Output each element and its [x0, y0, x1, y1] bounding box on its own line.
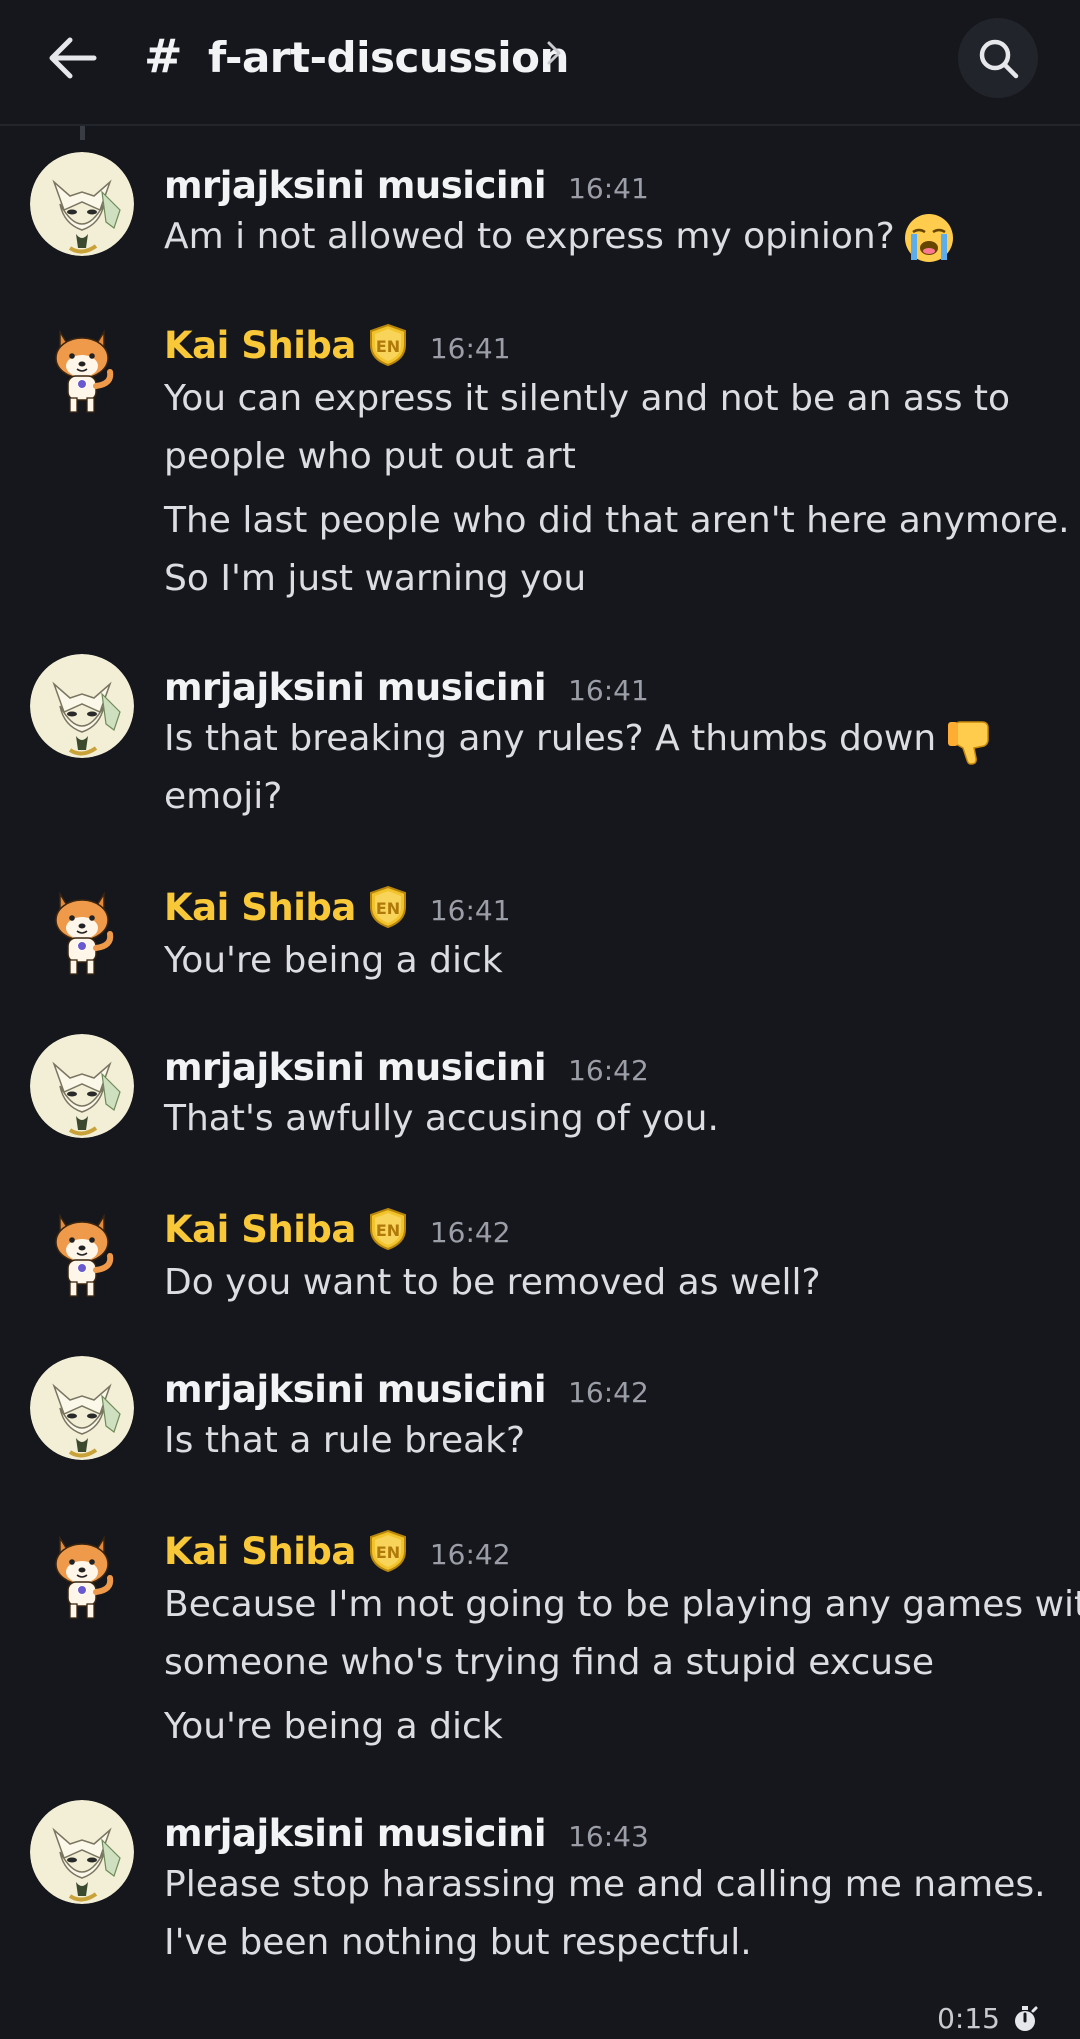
timestamp: 16:42 [568, 1053, 649, 1087]
en-role-badge-icon[interactable] [368, 323, 408, 367]
message-text: Is that breaking any rules? A thumbs dow… [164, 710, 994, 768]
chevron-right-icon[interactable] [546, 40, 562, 66]
timestamp: 16:43 [568, 1819, 649, 1853]
message-line: people who put out art [164, 436, 576, 477]
message-line: You're being a dick [164, 1706, 503, 1747]
slowmode-timer: 0:15 [937, 2002, 1040, 2035]
message-line: Is that breaking any rules? A thumbs dow… [164, 718, 937, 759]
stopwatch-icon [1015, 2005, 1038, 2031]
search-icon [979, 39, 1019, 79]
message-line: You can express it silently and not be a… [164, 378, 1011, 419]
message-line: Do you want to be removed as well? [164, 1262, 821, 1303]
search-button[interactable] [958, 18, 1038, 98]
username[interactable]: mrjajksini musicini [164, 666, 547, 709]
username[interactable]: Kai Shiba [164, 1530, 356, 1573]
avatar[interactable] [30, 314, 134, 418]
username[interactable]: Kai Shiba [164, 886, 356, 929]
thread-line [80, 126, 85, 140]
back-button[interactable] [40, 26, 104, 90]
message-line: emoji? [164, 776, 283, 817]
username[interactable]: mrjajksini musicini [164, 1046, 547, 1089]
message-text: Am i not allowed to express my opinion? [164, 208, 955, 266]
avatar[interactable] [30, 1034, 134, 1138]
en-role-badge-icon[interactable] [368, 885, 408, 929]
avatar[interactable] [30, 1800, 134, 1904]
timestamp: 16:41 [568, 673, 649, 707]
timestamp: 16:41 [568, 171, 649, 205]
timestamp: 16:42 [568, 1375, 649, 1409]
thumbs-down-icon [947, 721, 989, 765]
message-line: someone who's trying find a stupid excus… [164, 1642, 934, 1683]
timestamp: 16:41 [429, 893, 511, 927]
message-line: The last people who did that aren't here… [164, 500, 1070, 541]
timer-text: 0:15 [937, 2002, 1000, 2035]
message-line: Is that a rule break? [164, 1420, 526, 1461]
channel-name[interactable]: f-art-discussion [208, 26, 569, 90]
message-line: So I'm just warning you [164, 558, 587, 599]
message-line: Because I'm not going to be playing any … [164, 1584, 1080, 1625]
avatar[interactable] [30, 876, 134, 980]
username[interactable]: Kai Shiba [164, 1208, 356, 1251]
avatar[interactable] [30, 152, 134, 256]
avatar[interactable] [30, 1520, 134, 1624]
message-line: That's awfully accusing of you. [164, 1098, 719, 1139]
channel-hash-icon: # [144, 29, 183, 83]
message-line: Am i not allowed to express my opinion? [164, 216, 895, 257]
message-line: You're being a dick [164, 940, 503, 981]
message-line: I've been nothing but respectful. [164, 1922, 752, 1963]
avatar[interactable] [30, 1356, 134, 1460]
timestamp: 16:42 [429, 1537, 511, 1571]
username[interactable]: mrjajksini musicini [164, 1368, 547, 1411]
channel-header: # f-art-discussion [0, 0, 1080, 126]
username[interactable]: mrjajksini musicini [164, 1812, 547, 1855]
en-role-badge-icon[interactable] [368, 1207, 408, 1251]
timestamp: 16:41 [429, 331, 511, 365]
loudly-crying-face-icon [903, 212, 955, 264]
avatar[interactable] [30, 654, 134, 758]
message-line: Please stop harassing me and calling me … [164, 1864, 1046, 1905]
username[interactable]: mrjajksini musicini [164, 164, 547, 207]
avatar[interactable] [30, 1198, 134, 1302]
timestamp: 16:42 [429, 1215, 511, 1249]
username[interactable]: Kai Shiba [164, 324, 356, 367]
arrow-left-icon [49, 37, 97, 79]
en-role-badge-icon[interactable] [368, 1529, 408, 1573]
